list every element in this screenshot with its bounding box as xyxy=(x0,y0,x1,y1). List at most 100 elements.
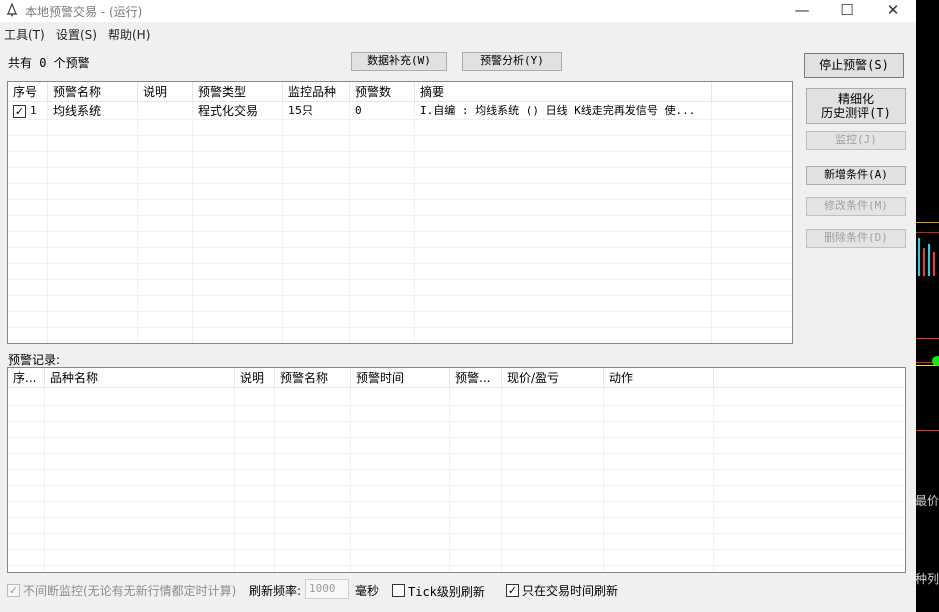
trade-time-label: 只在交易时间刷新 xyxy=(522,584,619,598)
col-alert-extra[interactable]: 预警... xyxy=(450,368,502,388)
chart-red-line xyxy=(916,338,939,339)
col-description[interactable]: 说明 xyxy=(138,82,193,102)
close-button[interactable]: ✕ xyxy=(870,0,916,22)
col-action[interactable]: 动作 xyxy=(604,368,714,388)
col-alert-name[interactable]: 预警名称 xyxy=(48,82,138,102)
trade-time-checkbox[interactable]: ✓ xyxy=(506,584,519,597)
minimize-button[interactable]: — xyxy=(779,0,825,22)
chart-red-bar xyxy=(933,252,935,276)
grid-row-line xyxy=(8,437,905,438)
grid-row-line xyxy=(8,135,792,136)
bg-price-label: 最价 xyxy=(916,494,939,508)
col-alert-type[interactable]: 预警类型 xyxy=(193,82,283,102)
grid-column-line xyxy=(274,388,275,572)
row-summary: I.自编 : 均线系统 () 日线 K线走完再发信号 使... xyxy=(420,104,696,117)
refine-backtest-button[interactable]: 精细化 历史测评(T) xyxy=(806,88,906,124)
col-variety-name[interactable]: 品种名称 xyxy=(45,368,235,388)
add-condition-button[interactable]: 新增条件(A) xyxy=(806,166,906,185)
grid-row-line xyxy=(8,215,792,216)
records-table[interactable]: 序... 品种名称 说明 预警名称 预警时间 预警... 现价/盈亏 动作 xyxy=(7,367,906,573)
grid-column-line xyxy=(44,388,45,572)
col-price-pnl[interactable]: 现价/盈亏 xyxy=(502,368,604,388)
data-fill-button[interactable]: 数据补充(W) xyxy=(351,52,447,71)
chart-green-dot xyxy=(932,356,939,366)
grid-row-line xyxy=(8,327,792,328)
grid-column-line xyxy=(449,388,450,572)
window-title: 本地预警交易 - (运行) xyxy=(25,5,143,19)
chart-cyan-bar xyxy=(928,244,930,276)
refresh-rate-input[interactable]: 1000 xyxy=(305,579,349,599)
maximize-button[interactable]: ☐ xyxy=(824,0,870,22)
chart-red-bar xyxy=(923,248,925,276)
chart-red-line xyxy=(916,430,939,431)
chart-orange-line xyxy=(916,222,939,223)
grid-row-line xyxy=(8,549,905,550)
grid-row-line xyxy=(8,279,792,280)
grid-row-line xyxy=(8,565,905,566)
grid-row-line xyxy=(8,533,905,534)
app-bell-icon xyxy=(5,2,21,19)
menu-help[interactable]: 帮助(H) xyxy=(108,26,150,43)
grid-row-line xyxy=(8,263,792,264)
col-alert-count[interactable]: 预警数 xyxy=(350,82,415,102)
grid-row-line xyxy=(8,199,792,200)
col-varieties[interactable]: 监控品种 xyxy=(283,82,350,102)
alerts-table[interactable]: 序号 预警名称 说明 预警类型 监控品种 预警数 摘要 ✓ 1 均线系统 程式化… xyxy=(7,81,793,344)
alert-analysis-button[interactable]: 预警分析(Y) xyxy=(462,52,562,71)
grid-row-line xyxy=(8,151,792,152)
col-record-alert-name[interactable]: 预警名称 xyxy=(275,368,351,388)
grid-row-line xyxy=(8,421,905,422)
alert-window: 本地预警交易 - (运行) — ☐ ✕ 工具(T) 设置(S) 帮助(H) 共有… xyxy=(0,0,916,612)
checkmark-icon: ✓ xyxy=(507,584,518,597)
grid-column-line xyxy=(137,102,138,343)
grid-column-line xyxy=(47,102,48,343)
alert-count-label: 共有 0 个预警 xyxy=(8,56,90,70)
delete-condition-button[interactable]: 删除条件(D) xyxy=(806,229,906,248)
col-record-index[interactable]: 序... xyxy=(8,368,45,388)
bg-variety-label: 品种列 xyxy=(916,572,939,586)
continuous-monitor-checkbox[interactable]: ✓ xyxy=(7,584,20,597)
background-app: 最价 品种列 xyxy=(916,0,939,612)
row-index: 1 xyxy=(30,104,37,117)
grid-row-line xyxy=(8,295,792,296)
grid-column-line xyxy=(349,102,350,343)
records-label: 预警记录: xyxy=(8,353,61,367)
row-alert-count: 0 xyxy=(355,104,362,117)
alerts-table-header: 序号 预警名称 说明 预警类型 监控品种 预警数 摘要 xyxy=(8,82,792,102)
grid-column-line xyxy=(414,102,415,343)
refine-label: 精细化 xyxy=(837,92,874,106)
grid-column-line xyxy=(192,102,193,343)
chart-red-line xyxy=(916,232,939,233)
col-alert-time[interactable]: 预警时间 xyxy=(351,368,450,388)
grid-row-line xyxy=(8,119,792,120)
grid-row-line xyxy=(8,501,905,502)
grid-row-line xyxy=(8,469,905,470)
monitor-button[interactable]: 监控(J) xyxy=(806,131,906,150)
col-summary[interactable]: 摘要 xyxy=(415,82,712,102)
grid-column-line xyxy=(501,388,502,572)
grid-column-line xyxy=(711,102,712,343)
grid-row-line xyxy=(8,183,792,184)
grid-column-line xyxy=(234,388,235,572)
col-record-description[interactable]: 说明 xyxy=(235,368,275,388)
grid-row-line xyxy=(8,167,792,168)
col-index[interactable]: 序号 xyxy=(8,82,48,102)
stop-alert-button[interactable]: 停止预警(S) xyxy=(804,53,904,78)
row-checkbox[interactable]: ✓ xyxy=(13,105,26,118)
tick-refresh-label: Tick级别刷新 xyxy=(408,585,485,599)
grid-column-line xyxy=(282,102,283,343)
edit-condition-button[interactable]: 修改条件(M) xyxy=(806,197,906,216)
grid-column-line xyxy=(350,388,351,572)
table-row[interactable]: ✓ 1 均线系统 程式化交易 15只 0 I.自编 : 均线系统 () 日线 K… xyxy=(8,103,792,119)
ms-label: 毫秒 xyxy=(355,584,380,598)
checkmark-icon: ✓ xyxy=(8,584,19,597)
grid-row-line xyxy=(8,453,905,454)
menu-tools[interactable]: 工具(T) xyxy=(4,26,45,43)
row-alert-type: 程式化交易 xyxy=(198,104,259,118)
tick-refresh-checkbox[interactable] xyxy=(392,584,405,597)
menu-settings[interactable]: 设置(S) xyxy=(56,26,97,43)
row-varieties: 15只 xyxy=(288,104,313,117)
continuous-monitor-label: 不间断监控(无论有无新行情都定时计算) xyxy=(23,584,237,598)
title-bar[interactable]: 本地预警交易 - (运行) — ☐ ✕ xyxy=(0,0,916,22)
chart-cyan-bar xyxy=(918,238,920,276)
